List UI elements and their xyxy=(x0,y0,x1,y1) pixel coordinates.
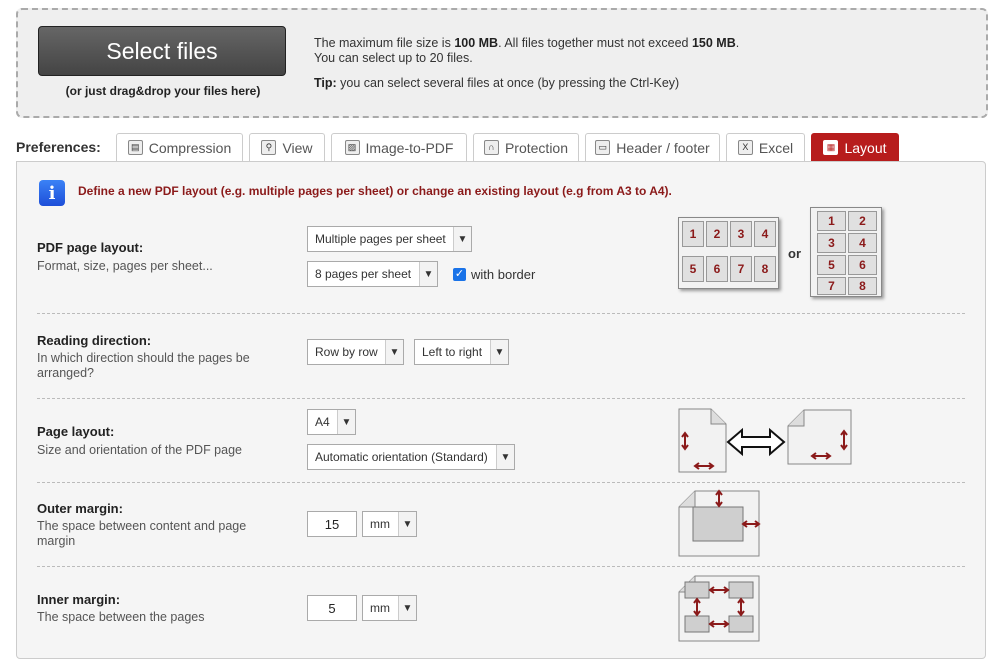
layout-panel: i Define a new PDF layout (e.g. multiple… xyxy=(16,161,986,659)
page-cell: 5 xyxy=(817,255,846,275)
outer-margin-desc: The space between content and page margi… xyxy=(37,519,247,548)
outer-margin-diagram xyxy=(678,489,761,557)
tip-text: Tip: you can select several files at onc… xyxy=(314,76,680,90)
image-icon: ▨ xyxy=(344,140,360,155)
reading-order-select[interactable]: Row by row ▼ xyxy=(307,339,404,365)
portrait-8-pages-diagram: 1 2 3 4 5 6 7 8 xyxy=(810,207,882,297)
page-cell: 3 xyxy=(817,233,846,253)
chevron-down-icon: ▼ xyxy=(490,340,508,364)
chevron-down-icon: ▼ xyxy=(337,410,355,434)
tab-image-to-pdf[interactable]: ▨ Image-to-PDF xyxy=(331,133,467,161)
chevron-down-icon: ▼ xyxy=(453,227,471,251)
inner-margin-diagram xyxy=(678,575,760,642)
page-size-select[interactable]: A4 ▼ xyxy=(307,409,356,435)
preferences-label: Preferences: xyxy=(16,139,101,155)
page-cell: 4 xyxy=(848,233,877,253)
compression-icon: ▤ xyxy=(127,140,143,155)
tab-compression[interactable]: ▤ Compression xyxy=(116,133,243,161)
layout-icon: ▦ xyxy=(823,140,839,155)
outer-margin-unit-select[interactable]: mm ▼ xyxy=(362,511,417,537)
inner-margin-title: Inner margin: xyxy=(37,592,121,607)
reading-direction-select[interactable]: Left to right ▼ xyxy=(414,339,509,365)
upload-drop-zone[interactable]: Select files (or just drag&drop your fil… xyxy=(16,8,988,118)
chevron-down-icon: ▼ xyxy=(398,596,416,620)
tab-header-footer[interactable]: ▭ Header / footer xyxy=(585,133,720,161)
inner-margin-input[interactable]: 5 xyxy=(307,595,357,621)
outer-margin-title: Outer margin: xyxy=(37,501,123,516)
section-divider xyxy=(37,313,965,314)
magnifier-icon: ⚲ xyxy=(261,140,277,155)
inner-margin-desc: The space between the pages xyxy=(37,610,205,624)
tab-protection[interactable]: ∩ Protection xyxy=(473,133,579,161)
pages-per-sheet-mode-select[interactable]: Multiple pages per sheet ▼ xyxy=(307,226,472,252)
drag-drop-hint: (or just drag&drop your files here) xyxy=(65,84,261,98)
chevron-down-icon: ▼ xyxy=(419,262,437,286)
pdf-page-layout-title: PDF page layout: xyxy=(37,240,144,255)
outer-margin-input[interactable]: 15 xyxy=(307,511,357,537)
page-cell: 8 xyxy=(754,256,776,282)
page-layout-desc: Size and orientation of the PDF page xyxy=(37,443,242,457)
pdf-page-layout-desc: Format, size, pages per sheet... xyxy=(37,259,213,273)
section-divider xyxy=(37,566,965,567)
tab-excel[interactable]: X Excel xyxy=(726,133,805,161)
tab-view[interactable]: ⚲ View xyxy=(249,133,325,161)
page-cell: 3 xyxy=(730,221,752,247)
layout-intro-text: Define a new PDF layout (e.g. multiple p… xyxy=(78,184,672,198)
page-layout-title: Page layout: xyxy=(37,424,115,439)
section-divider xyxy=(37,398,965,399)
with-border-checkbox[interactable]: ✓ xyxy=(453,268,466,281)
select-files-button[interactable]: Select files xyxy=(38,26,286,76)
tab-layout[interactable]: ▦ Layout xyxy=(811,133,899,161)
page-orientation-select[interactable]: Automatic orientation (Standard) ▼ xyxy=(307,444,515,470)
header-footer-icon: ▭ xyxy=(595,140,611,155)
chevron-down-icon: ▼ xyxy=(496,445,514,469)
page-cell: 7 xyxy=(817,277,846,295)
file-size-limit-text: The maximum file size is 100 MB. All fil… xyxy=(314,36,740,50)
page-cell: 6 xyxy=(848,255,877,275)
page-cell: 6 xyxy=(706,256,728,282)
with-border-label: with border xyxy=(471,267,536,282)
reading-direction-title: Reading direction: xyxy=(37,333,152,348)
page-cell: 7 xyxy=(730,256,752,282)
page-cell: 8 xyxy=(848,277,877,295)
page-cell: 2 xyxy=(706,221,728,247)
section-divider xyxy=(37,482,965,483)
upload-info: The maximum file size is 100 MB. All fil… xyxy=(314,36,739,91)
chevron-down-icon: ▼ xyxy=(385,340,403,364)
pages-per-sheet-select[interactable]: 8 pages per sheet ▼ xyxy=(307,261,438,287)
page-cell: 5 xyxy=(682,256,704,282)
orientation-diagram xyxy=(678,408,852,473)
info-icon: i xyxy=(39,180,65,206)
file-count-limit-text: You can select up to 20 files. xyxy=(314,51,473,65)
page-cell: 1 xyxy=(817,211,846,231)
inner-margin-unit-select[interactable]: mm ▼ xyxy=(362,595,417,621)
page-cell: 1 xyxy=(682,221,704,247)
chevron-down-icon: ▼ xyxy=(398,512,416,536)
page-cell: 4 xyxy=(754,221,776,247)
or-label: or xyxy=(788,246,801,261)
excel-icon: X xyxy=(737,140,753,155)
page-cell: 2 xyxy=(848,211,877,231)
landscape-8-pages-diagram: 1 2 3 4 5 6 7 8 xyxy=(678,217,779,289)
lock-icon: ∩ xyxy=(483,140,499,155)
reading-direction-desc: In which direction should the pages be a… xyxy=(37,351,250,380)
